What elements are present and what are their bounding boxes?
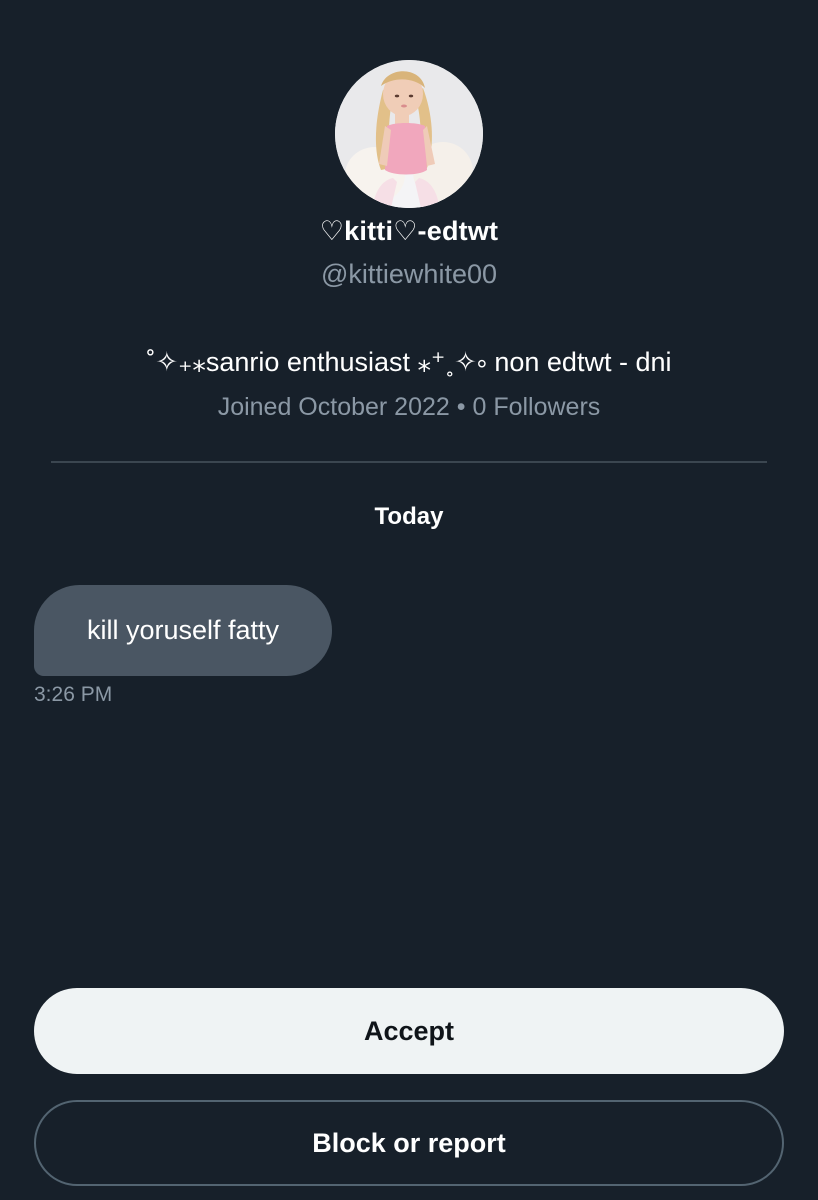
- block-button-label: Block or report: [312, 1127, 506, 1158]
- meta-separator: •: [456, 393, 466, 421]
- message-text: kill yoruself fatty: [86, 615, 280, 645]
- message-timestamp: 3:26 PM: [34, 683, 113, 706]
- accept-button-label: Accept: [363, 1015, 455, 1046]
- message-bubble[interactable]: kill yoruself fatty: [34, 585, 332, 676]
- avatar-image: [335, 60, 483, 208]
- joined-date: Joined October 2022: [217, 393, 450, 421]
- display-name: ♡kitti♡-edtwt: [319, 216, 499, 246]
- dm-request-screen: ♡kitti♡-edtwt @kittiewhite00 ˚✧₊⁎sanrio …: [0, 0, 818, 1200]
- avatar[interactable]: [335, 60, 483, 208]
- user-handle: @kittiewhite00: [321, 259, 497, 289]
- followers-count[interactable]: 0 Followers: [472, 393, 600, 421]
- profile-meta: Joined October 2022 • 0 Followers: [0, 393, 818, 422]
- date-separator: Today: [374, 503, 444, 530]
- block-or-report-button[interactable]: Block or report: [34, 1100, 784, 1186]
- divider: [51, 461, 767, 463]
- accept-button[interactable]: Accept: [34, 988, 784, 1074]
